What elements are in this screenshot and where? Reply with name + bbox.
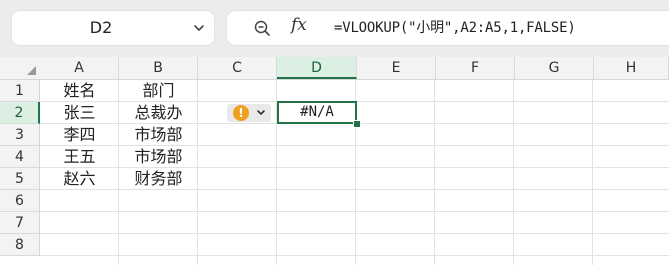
chevron-down-icon (257, 110, 265, 115)
row-header-7[interactable]: 7 (0, 212, 40, 234)
cell-a4[interactable]: 王五 (40, 146, 119, 168)
column-header-b[interactable]: B (119, 57, 198, 79)
chevron-down-icon[interactable] (192, 21, 206, 35)
spreadsheet-grid: A B C D E F G H 1 2 3 4 5 6 7 8 姓名 部门 张三… (0, 57, 669, 265)
warning-icon: ! (233, 105, 249, 121)
cell-b4[interactable]: 市场部 (119, 146, 198, 168)
row-header-1[interactable]: 1 (0, 80, 40, 102)
column-header-f[interactable]: F (436, 57, 515, 79)
formula-input[interactable]: =VLOOKUP("小明",A2:A5,1,FALSE) (334, 11, 576, 45)
row-header-2[interactable]: 2 (0, 102, 40, 124)
column-headers: A B C D E F G H (0, 57, 669, 80)
column-header-c[interactable]: C (198, 57, 277, 79)
cell-a1[interactable]: 姓名 (40, 80, 119, 102)
column-header-a[interactable]: A (40, 57, 119, 79)
column-header-h[interactable]: H (594, 57, 669, 79)
row-header-3[interactable]: 3 (0, 124, 40, 146)
column-header-d[interactable]: D (277, 57, 357, 79)
cell-d2-selected[interactable]: #N/A (277, 101, 357, 124)
cell-b5[interactable]: 财务部 (119, 168, 198, 190)
cell-a3[interactable]: 李四 (40, 124, 119, 146)
name-box-value: D2 (89, 18, 113, 37)
formula-bar[interactable]: fx =VLOOKUP("小明",A2:A5,1,FALSE) (227, 11, 669, 45)
column-header-g[interactable]: G (515, 57, 594, 79)
formula-toolbar: D2 fx =VLOOKUP("小明",A2:A5,1,FALSE) (0, 0, 669, 57)
row-header-8[interactable]: 8 (0, 234, 40, 256)
cell-b3[interactable]: 市场部 (119, 124, 198, 146)
cell-b1[interactable]: 部门 (119, 80, 198, 102)
select-all-corner[interactable] (0, 57, 40, 79)
row-header-4[interactable]: 4 (0, 146, 40, 168)
row-header-5[interactable]: 5 (0, 168, 40, 190)
fx-icon[interactable]: fx (291, 15, 307, 35)
cell-a5[interactable]: 赵六 (40, 168, 119, 190)
cell-b2[interactable]: 总裁办 (119, 102, 198, 124)
zoom-icon[interactable] (253, 19, 271, 37)
name-box[interactable]: D2 (12, 11, 214, 45)
fill-handle[interactable] (353, 120, 361, 128)
column-header-e[interactable]: E (357, 57, 436, 79)
row-header-6[interactable]: 6 (0, 190, 40, 212)
corner-triangle-icon (27, 66, 36, 75)
cell-a2[interactable]: 张三 (40, 102, 119, 124)
error-options-button[interactable]: ! (227, 104, 271, 122)
